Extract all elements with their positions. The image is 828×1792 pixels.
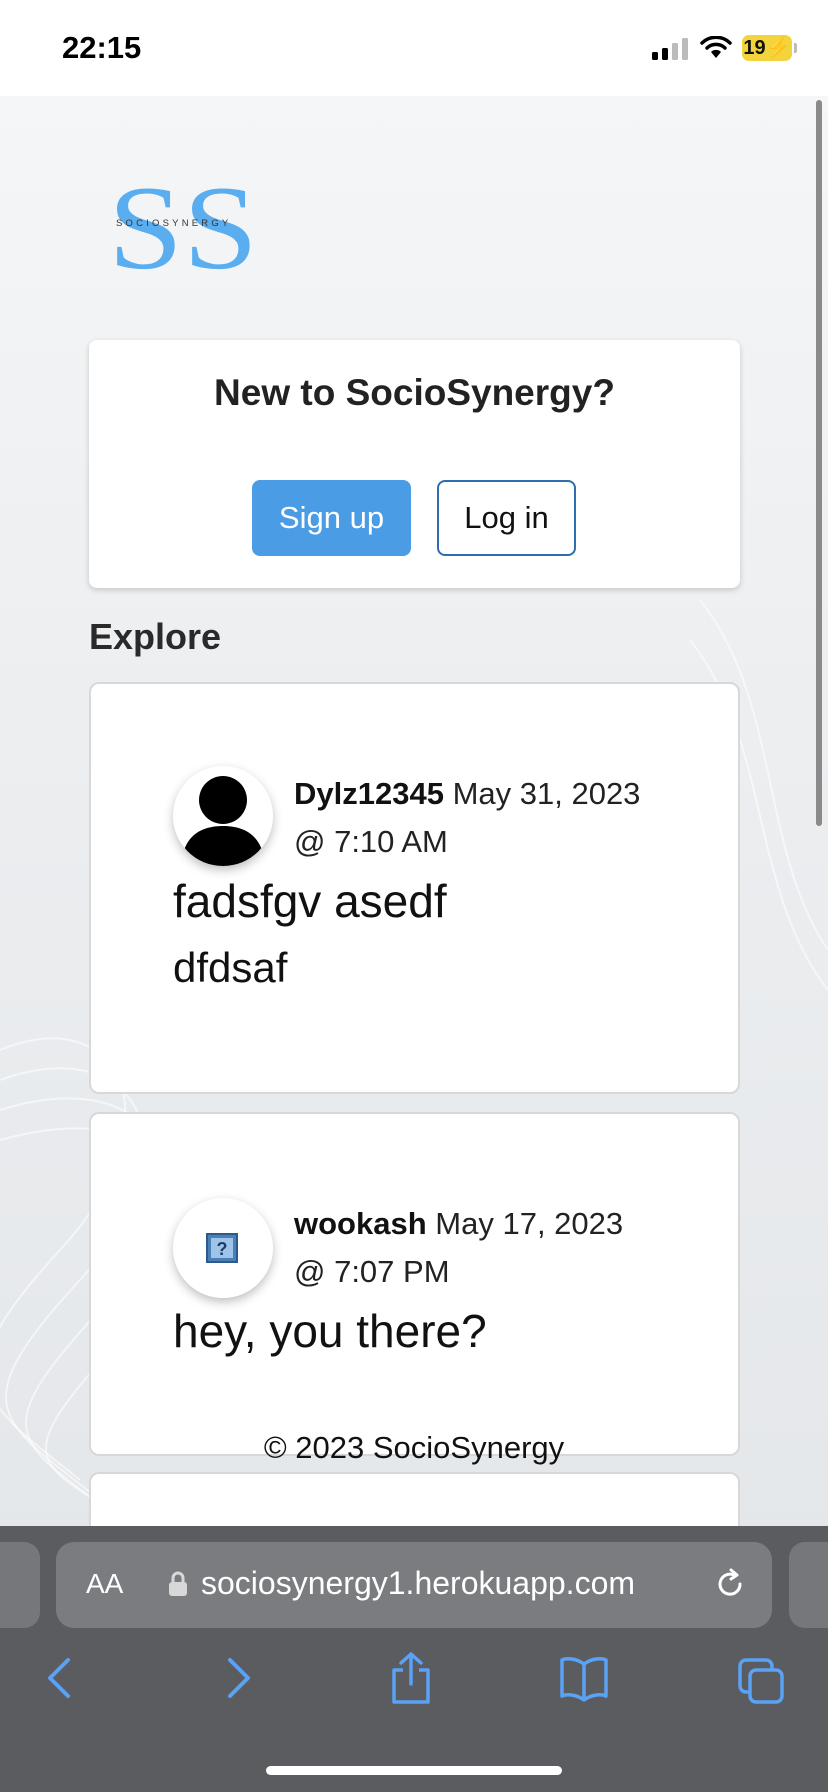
forward-icon[interactable] [218,1650,258,1706]
browser-nav-row [0,1650,828,1710]
cellular-signal-icon [652,38,688,60]
post-text: hey, you there? [173,1305,487,1357]
post-date: May 31, 2023 [452,776,641,811]
post-card[interactable]: Dylz12345 May 31, 2023 @ 7:10 AM fadsfgv… [89,682,740,1094]
tabs-icon[interactable] [736,1650,786,1706]
battery-icon: 19⚡ [742,35,792,61]
post-card[interactable]: ? wookash May 17, 2023 @ 7:07 PM hey, yo… [89,1112,740,1456]
reader-settings-label: AA [86,1568,124,1599]
footer-copyright: © 2023 SocioSynergy [263,1430,565,1465]
post-subtext: dfdsaf [173,944,288,991]
post-username[interactable]: wookash [294,1206,427,1241]
explore-heading: Explore [89,616,222,657]
reader-settings-button[interactable]: AA [86,1568,123,1600]
status-bar: 22:15 19⚡ [0,0,828,96]
previous-tab-preview[interactable] [0,1542,40,1628]
back-icon[interactable] [40,1650,80,1706]
avatar[interactable] [173,766,273,866]
signup-button[interactable]: Sign up [252,480,411,556]
avatar[interactable]: ? [173,1198,273,1298]
home-indicator[interactable] [266,1766,562,1775]
login-button[interactable]: Log in [437,480,576,556]
user-silhouette-icon [173,766,273,866]
lock-icon [169,1571,187,1596]
next-tab-preview[interactable] [789,1542,828,1628]
post-date: May 17, 2023 [435,1206,624,1241]
share-icon[interactable] [388,1650,434,1706]
battery-nub [794,43,797,53]
scroll-indicator[interactable] [816,100,822,826]
svg-text:?: ? [217,1239,228,1259]
status-time: 22:15 [62,30,142,65]
logo-text: SOCIOSYNERGY [116,218,232,229]
post-meta: Dylz12345 May 31, 2023 @ 7:10 AM [294,770,694,866]
reload-icon[interactable] [712,1566,748,1602]
post-meta: wookash May 17, 2023 @ 7:07 PM [294,1200,694,1296]
post-text: fadsfgv asedf [173,875,447,927]
post-time: @ 7:07 PM [294,1254,450,1289]
bookmarks-icon[interactable] [558,1650,610,1706]
wifi-icon [700,36,732,58]
post-username[interactable]: Dylz12345 [294,776,444,811]
url-text[interactable]: sociosynergy1.herokuapp.com [201,1565,635,1602]
post-time: @ 7:10 AM [294,824,448,859]
intro-title: New to SocioSynergy? [214,372,615,413]
address-bar[interactable]: AA sociosynergy1.herokuapp.com [56,1542,772,1628]
broken-image-icon: ? [173,1198,273,1298]
intro-card: New to SocioSynergy? Sign up Log in [89,340,740,588]
battery-level: 19 [743,37,766,59]
